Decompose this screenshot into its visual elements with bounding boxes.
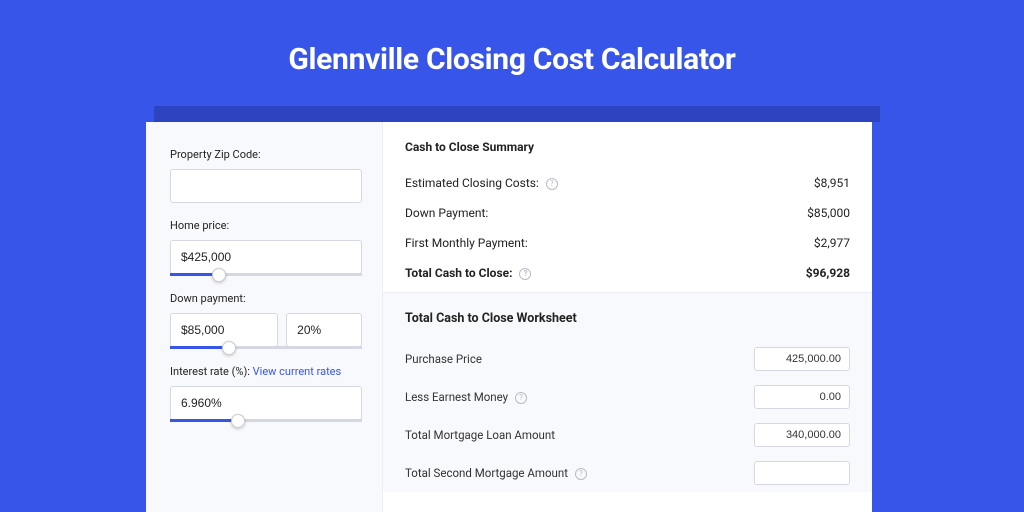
- summary-total-label: Total Cash to Close:: [405, 266, 512, 280]
- worksheet-value-input[interactable]: [754, 385, 850, 409]
- card-shadow: [154, 106, 880, 122]
- help-icon[interactable]: ?: [519, 268, 531, 280]
- worksheet-label: Total Mortgage Loan Amount: [405, 428, 555, 442]
- view-rates-link[interactable]: View current rates: [253, 365, 342, 378]
- summary-title: Cash to Close Summary: [405, 140, 850, 154]
- interest-rate-label: Interest rate (%): View current rates: [170, 365, 362, 378]
- interest-rate-slider[interactable]: [170, 419, 362, 422]
- worksheet-title: Total Cash to Close Worksheet: [405, 311, 850, 326]
- down-payment-field: Down payment:: [170, 292, 362, 349]
- worksheet-label: Purchase Price: [405, 352, 482, 366]
- summary-value: $85,000: [807, 206, 850, 220]
- calculator-card: Property Zip Code: Home price: Down paym…: [146, 122, 872, 512]
- help-icon[interactable]: ?: [546, 178, 558, 190]
- slider-thumb-icon[interactable]: [212, 268, 226, 282]
- interest-rate-label-text: Interest rate (%):: [170, 365, 253, 378]
- summary-label: Estimated Closing Costs:: [405, 176, 539, 190]
- help-icon[interactable]: ?: [575, 468, 587, 480]
- slider-thumb-icon[interactable]: [231, 414, 245, 428]
- summary-total-value: $96,928: [806, 266, 850, 280]
- home-price-label: Home price:: [170, 219, 362, 232]
- summary-row-closing-costs: Estimated Closing Costs: ? $8,951: [405, 168, 850, 198]
- interest-rate-field: Interest rate (%): View current rates: [170, 365, 362, 422]
- summary-label: First Monthly Payment:: [405, 236, 528, 250]
- summary-section: Cash to Close Summary Estimated Closing …: [383, 122, 872, 293]
- results-panel: Cash to Close Summary Estimated Closing …: [382, 122, 872, 512]
- home-price-field: Home price:: [170, 219, 362, 276]
- summary-row-first-payment: First Monthly Payment: $2,977: [405, 228, 850, 258]
- down-payment-pct-input[interactable]: [286, 313, 362, 347]
- interest-rate-input[interactable]: [170, 386, 362, 420]
- summary-value: $8,951: [814, 176, 850, 190]
- down-payment-slider[interactable]: [170, 346, 362, 349]
- zip-field: Property Zip Code:: [170, 148, 362, 203]
- summary-row-total: Total Cash to Close: ? $96,928: [405, 258, 850, 288]
- summary-value: $2,977: [814, 236, 850, 250]
- worksheet-label: Total Second Mortgage Amount: [405, 466, 568, 480]
- summary-label: Down Payment:: [405, 206, 488, 220]
- worksheet-label: Less Earnest Money: [405, 390, 508, 404]
- worksheet-row-loan-amount: Total Mortgage Loan Amount: [405, 416, 850, 454]
- zip-label: Property Zip Code:: [170, 148, 362, 161]
- page-title: Glennville Closing Cost Calculator: [0, 0, 1024, 77]
- worksheet-value-input[interactable]: [754, 423, 850, 447]
- worksheet-row-second-mortgage: Total Second Mortgage Amount ?: [405, 454, 850, 492]
- help-icon[interactable]: ?: [515, 392, 527, 404]
- worksheet-row-purchase-price: Purchase Price: [405, 340, 850, 378]
- down-payment-label: Down payment:: [170, 292, 362, 305]
- worksheet-value-input[interactable]: [754, 461, 850, 485]
- worksheet-row-earnest-money: Less Earnest Money ?: [405, 378, 850, 416]
- zip-input[interactable]: [170, 169, 362, 203]
- slider-thumb-icon[interactable]: [222, 341, 236, 355]
- worksheet-value-input[interactable]: [754, 347, 850, 371]
- home-price-slider[interactable]: [170, 273, 362, 276]
- home-price-input[interactable]: [170, 240, 362, 274]
- worksheet-section: Total Cash to Close Worksheet Purchase P…: [383, 293, 872, 492]
- inputs-sidebar: Property Zip Code: Home price: Down paym…: [146, 122, 382, 512]
- summary-row-down-payment: Down Payment: $85,000: [405, 198, 850, 228]
